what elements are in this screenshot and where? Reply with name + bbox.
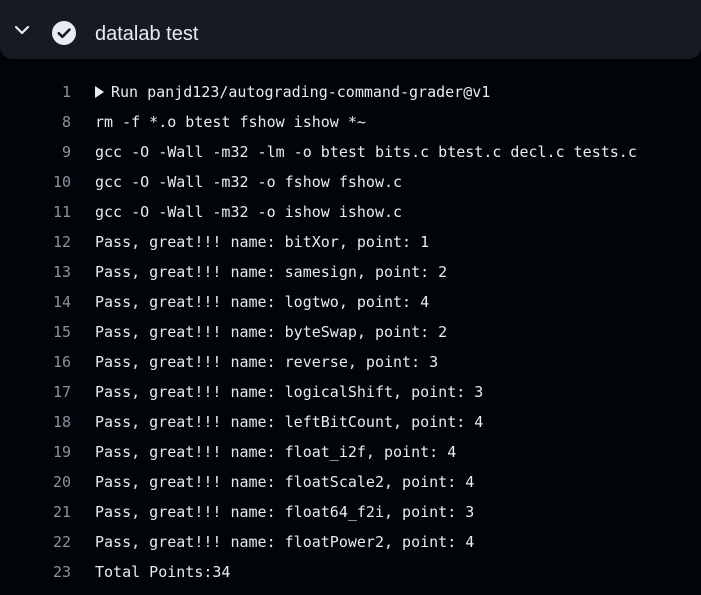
line-number[interactable]: 19	[0, 437, 71, 467]
log-line: 17 Pass, great!!! name: logicalShift, poi…	[0, 377, 701, 407]
line-number[interactable]: 18	[0, 407, 71, 437]
line-number[interactable]: 11	[0, 197, 71, 227]
log-line-text: Pass, great!!! name: logtwo, point: 4	[95, 293, 430, 311]
log-line-text: Pass, great!!! name: float64_f2i, point:…	[95, 503, 475, 521]
line-number[interactable]: 22	[0, 527, 71, 557]
log-line: 11 gcc -O -Wall -m32 -o ishow ishow.c	[0, 197, 701, 227]
log-line-text: Pass, great!!! name: leftBitCount, point…	[95, 413, 484, 431]
log-line: 19 Pass, great!!! name: float_i2f, point:…	[0, 437, 701, 467]
line-number[interactable]: 10	[0, 167, 71, 197]
line-number[interactable]: 20	[0, 467, 71, 497]
log-line-text: gcc -O -Wall -m32 -o ishow ishow.c	[95, 203, 403, 221]
log-line: 22 Pass, great!!! name: floatPower2, poin…	[0, 527, 701, 557]
log-line-text: Pass, great!!! name: logicalShift, point…	[95, 383, 484, 401]
line-number[interactable]: 16	[0, 347, 71, 377]
line-number[interactable]: 14	[0, 287, 71, 317]
line-number[interactable]: 1	[0, 77, 71, 107]
line-number[interactable]: 12	[0, 227, 71, 257]
log-line: 20 Pass, great!!! name: floatScale2, poin…	[0, 467, 701, 497]
log-line-text: Pass, great!!! name: floatPower2, point:…	[95, 533, 475, 551]
log-line: 12 Pass, great!!! name: bitXor, point: 1	[0, 227, 701, 257]
chevron-down-icon[interactable]	[14, 24, 30, 36]
log-line-text: Run panjd123/autograding-command-grader@…	[95, 77, 490, 107]
log-line: 23 Total Points:34	[0, 557, 701, 587]
check-circle-icon	[52, 21, 76, 45]
line-number[interactable]: 9	[0, 137, 71, 167]
line-number[interactable]: 8	[0, 107, 71, 137]
job-title: datalab test	[95, 23, 199, 45]
line-number[interactable]: 13	[0, 257, 71, 287]
log-line-text: Pass, great!!! name: byteSwap, point: 2	[95, 323, 448, 341]
log-line: 9 gcc -O -Wall -m32 -lm -o btest bits.c b…	[0, 137, 701, 167]
log-line-text: Pass, great!!! name: floatScale2, point:…	[95, 473, 475, 491]
log-line: 18 Pass, great!!! name: leftBitCount, poi…	[0, 407, 701, 437]
log-group-title: Run panjd123/autograding-command-grader@…	[111, 83, 491, 101]
line-number[interactable]: 23	[0, 557, 71, 587]
log-line: 15 Pass, great!!! name: byteSwap, point: …	[0, 317, 701, 347]
log-line: 14 Pass, great!!! name: logtwo, point: 4	[0, 287, 701, 317]
log-line-text: rm -f *.o btest fshow ishow *~	[95, 113, 366, 131]
log-line-text: gcc -O -Wall -m32 -lm -o btest bits.c bt…	[95, 143, 637, 161]
log-line: 16 Pass, great!!! name: reverse, point: 3	[0, 347, 701, 377]
log-line: 13 Pass, great!!! name: samesign, point: …	[0, 257, 701, 287]
log-line-text: gcc -O -Wall -m32 -o fshow fshow.c	[95, 173, 403, 191]
log-line-text: Pass, great!!! name: bitXor, point: 1	[95, 233, 430, 251]
log-line: 21 Pass, great!!! name: float64_f2i, poin…	[0, 497, 701, 527]
line-number[interactable]: 17	[0, 377, 71, 407]
line-number[interactable]: 21	[0, 497, 71, 527]
log-group-line[interactable]: 1 Run panjd123/autograding-command-grader…	[0, 77, 701, 107]
log-line-text: Total Points:34	[95, 563, 231, 581]
log-line: 10 gcc -O -Wall -m32 -o fshow fshow.c	[0, 167, 701, 197]
log-line: 8 rm -f *.o btest fshow ishow *~	[0, 107, 701, 137]
line-number[interactable]: 15	[0, 317, 71, 347]
log-line-text: Pass, great!!! name: reverse, point: 3	[95, 353, 439, 371]
log-output: 1 Run panjd123/autograding-command-grader…	[0, 77, 701, 587]
caret-right-icon[interactable]	[95, 86, 104, 98]
log-line-text: Pass, great!!! name: samesign, point: 2	[95, 263, 448, 281]
job-header[interactable]: datalab test	[0, 0, 701, 59]
log-line-text: Pass, great!!! name: float_i2f, point: 4	[95, 443, 457, 461]
